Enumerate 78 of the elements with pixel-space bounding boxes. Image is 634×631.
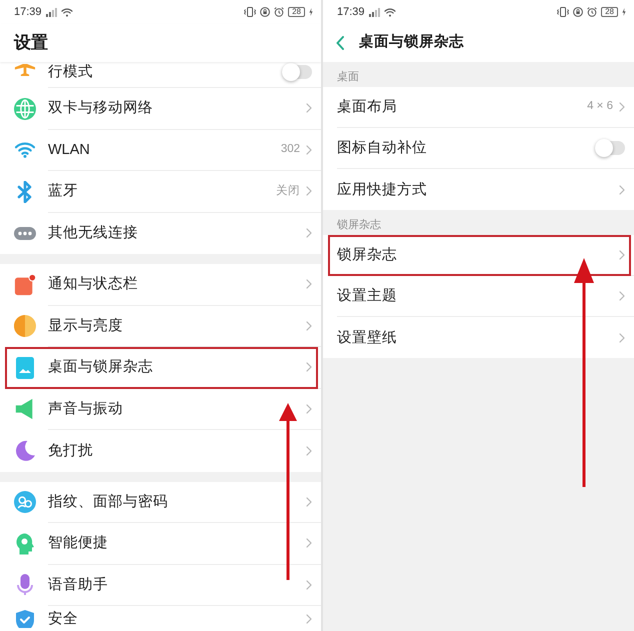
chevron-icon bbox=[306, 614, 312, 624]
settings-item[interactable]: 应用快捷方式 bbox=[323, 169, 634, 210]
settings-item[interactable]: 桌面布局 4 × 6 bbox=[323, 87, 634, 128]
chevron-icon bbox=[306, 580, 312, 590]
picture-icon bbox=[16, 356, 34, 379]
vibrate-icon bbox=[557, 7, 570, 17]
back-button[interactable] bbox=[334, 34, 346, 52]
settings-item[interactable]: 图标自动补位 bbox=[323, 128, 634, 169]
settings-item[interactable]: 蓝牙 关闭 bbox=[0, 171, 321, 212]
chevron-icon bbox=[306, 144, 312, 155]
chevron-icon bbox=[306, 228, 312, 238]
chevron-icon bbox=[619, 291, 625, 301]
chevron-icon bbox=[306, 446, 312, 456]
back-icon bbox=[336, 36, 344, 50]
settings-item[interactable]: 双卡与移动网络 bbox=[0, 88, 321, 130]
section-header: 锁屏杂志 bbox=[337, 218, 381, 232]
settings-item[interactable]: 锁屏杂志 bbox=[323, 235, 634, 276]
settings-item[interactable]: 声音与振动 bbox=[0, 388, 321, 430]
status-time: 17:39 bbox=[14, 6, 42, 18]
section-header: 桌面 bbox=[337, 70, 359, 84]
charging-icon bbox=[622, 8, 626, 16]
microphone-icon bbox=[17, 574, 33, 596]
value-text: 302 bbox=[280, 142, 300, 158]
settings-item[interactable]: 安全 bbox=[0, 606, 321, 631]
chevron-icon bbox=[306, 186, 312, 196]
face-circle-icon bbox=[14, 491, 36, 514]
status-time: 17:39 bbox=[337, 6, 365, 18]
value-text: 4 × 6 bbox=[587, 99, 613, 114]
battery-level: 28 bbox=[288, 7, 305, 17]
battery-level: 28 bbox=[601, 7, 618, 17]
chevron-icon bbox=[306, 404, 312, 414]
chevron-icon bbox=[619, 250, 625, 260]
settings-item[interactable]: 智能便捷 bbox=[0, 523, 321, 564]
chevron-icon bbox=[619, 184, 625, 194]
lock-circle-icon bbox=[260, 7, 270, 17]
signal-icon bbox=[46, 8, 57, 16]
shield-icon bbox=[15, 610, 35, 628]
settings-item[interactable]: 设置主题 bbox=[323, 276, 634, 317]
toggle-switch[interactable] bbox=[595, 139, 625, 157]
bluetooth-icon bbox=[17, 180, 33, 203]
chevron-icon bbox=[619, 102, 625, 112]
charging-icon bbox=[309, 8, 313, 16]
page-title: 设置 bbox=[14, 32, 48, 54]
settings-item[interactable]: 显示与亮度 bbox=[0, 306, 321, 347]
more-dots-icon bbox=[14, 226, 36, 240]
alarm-icon bbox=[587, 7, 598, 17]
chevron-icon bbox=[306, 320, 312, 331]
settings-item[interactable]: 行模式 bbox=[0, 62, 321, 88]
value-text: 关闭 bbox=[276, 184, 300, 199]
toggle-switch[interactable] bbox=[282, 63, 312, 81]
chevron-icon bbox=[306, 279, 312, 290]
alarm-icon bbox=[274, 7, 284, 17]
settings-item[interactable]: 通知与状态栏 bbox=[0, 264, 321, 306]
half-circle-icon bbox=[14, 315, 36, 338]
settings-item[interactable]: 设置壁纸 bbox=[323, 317, 634, 358]
lock-circle-icon bbox=[573, 7, 584, 17]
chevron-icon bbox=[619, 332, 625, 342]
globe-icon bbox=[14, 98, 36, 120]
settings-item[interactable]: 语音助手 bbox=[0, 564, 321, 606]
settings-item[interactable]: 免打扰 bbox=[0, 430, 321, 472]
wifi-icon bbox=[384, 8, 396, 16]
settings-item[interactable]: 其他无线连接 bbox=[0, 212, 321, 254]
chevron-icon bbox=[306, 538, 312, 548]
head-icon bbox=[15, 532, 35, 555]
settings-item[interactable]: 桌面与锁屏杂志 bbox=[0, 347, 321, 388]
settings-item[interactable]: WLAN 302 bbox=[0, 130, 321, 171]
wifi-icon bbox=[60, 8, 73, 16]
chevron-icon bbox=[306, 103, 312, 114]
settings-item[interactable]: 指纹、面部与密码 bbox=[0, 482, 321, 523]
page-title: 桌面与锁屏杂志 bbox=[359, 32, 464, 52]
chevron-icon bbox=[306, 496, 312, 507]
moon-icon bbox=[15, 440, 35, 462]
signal-icon bbox=[368, 8, 380, 16]
vibrate-icon bbox=[244, 7, 256, 17]
wifi-icon bbox=[14, 142, 36, 158]
notification-badge-icon bbox=[14, 274, 36, 296]
chevron-icon bbox=[306, 362, 312, 372]
airplane-icon bbox=[14, 64, 36, 76]
